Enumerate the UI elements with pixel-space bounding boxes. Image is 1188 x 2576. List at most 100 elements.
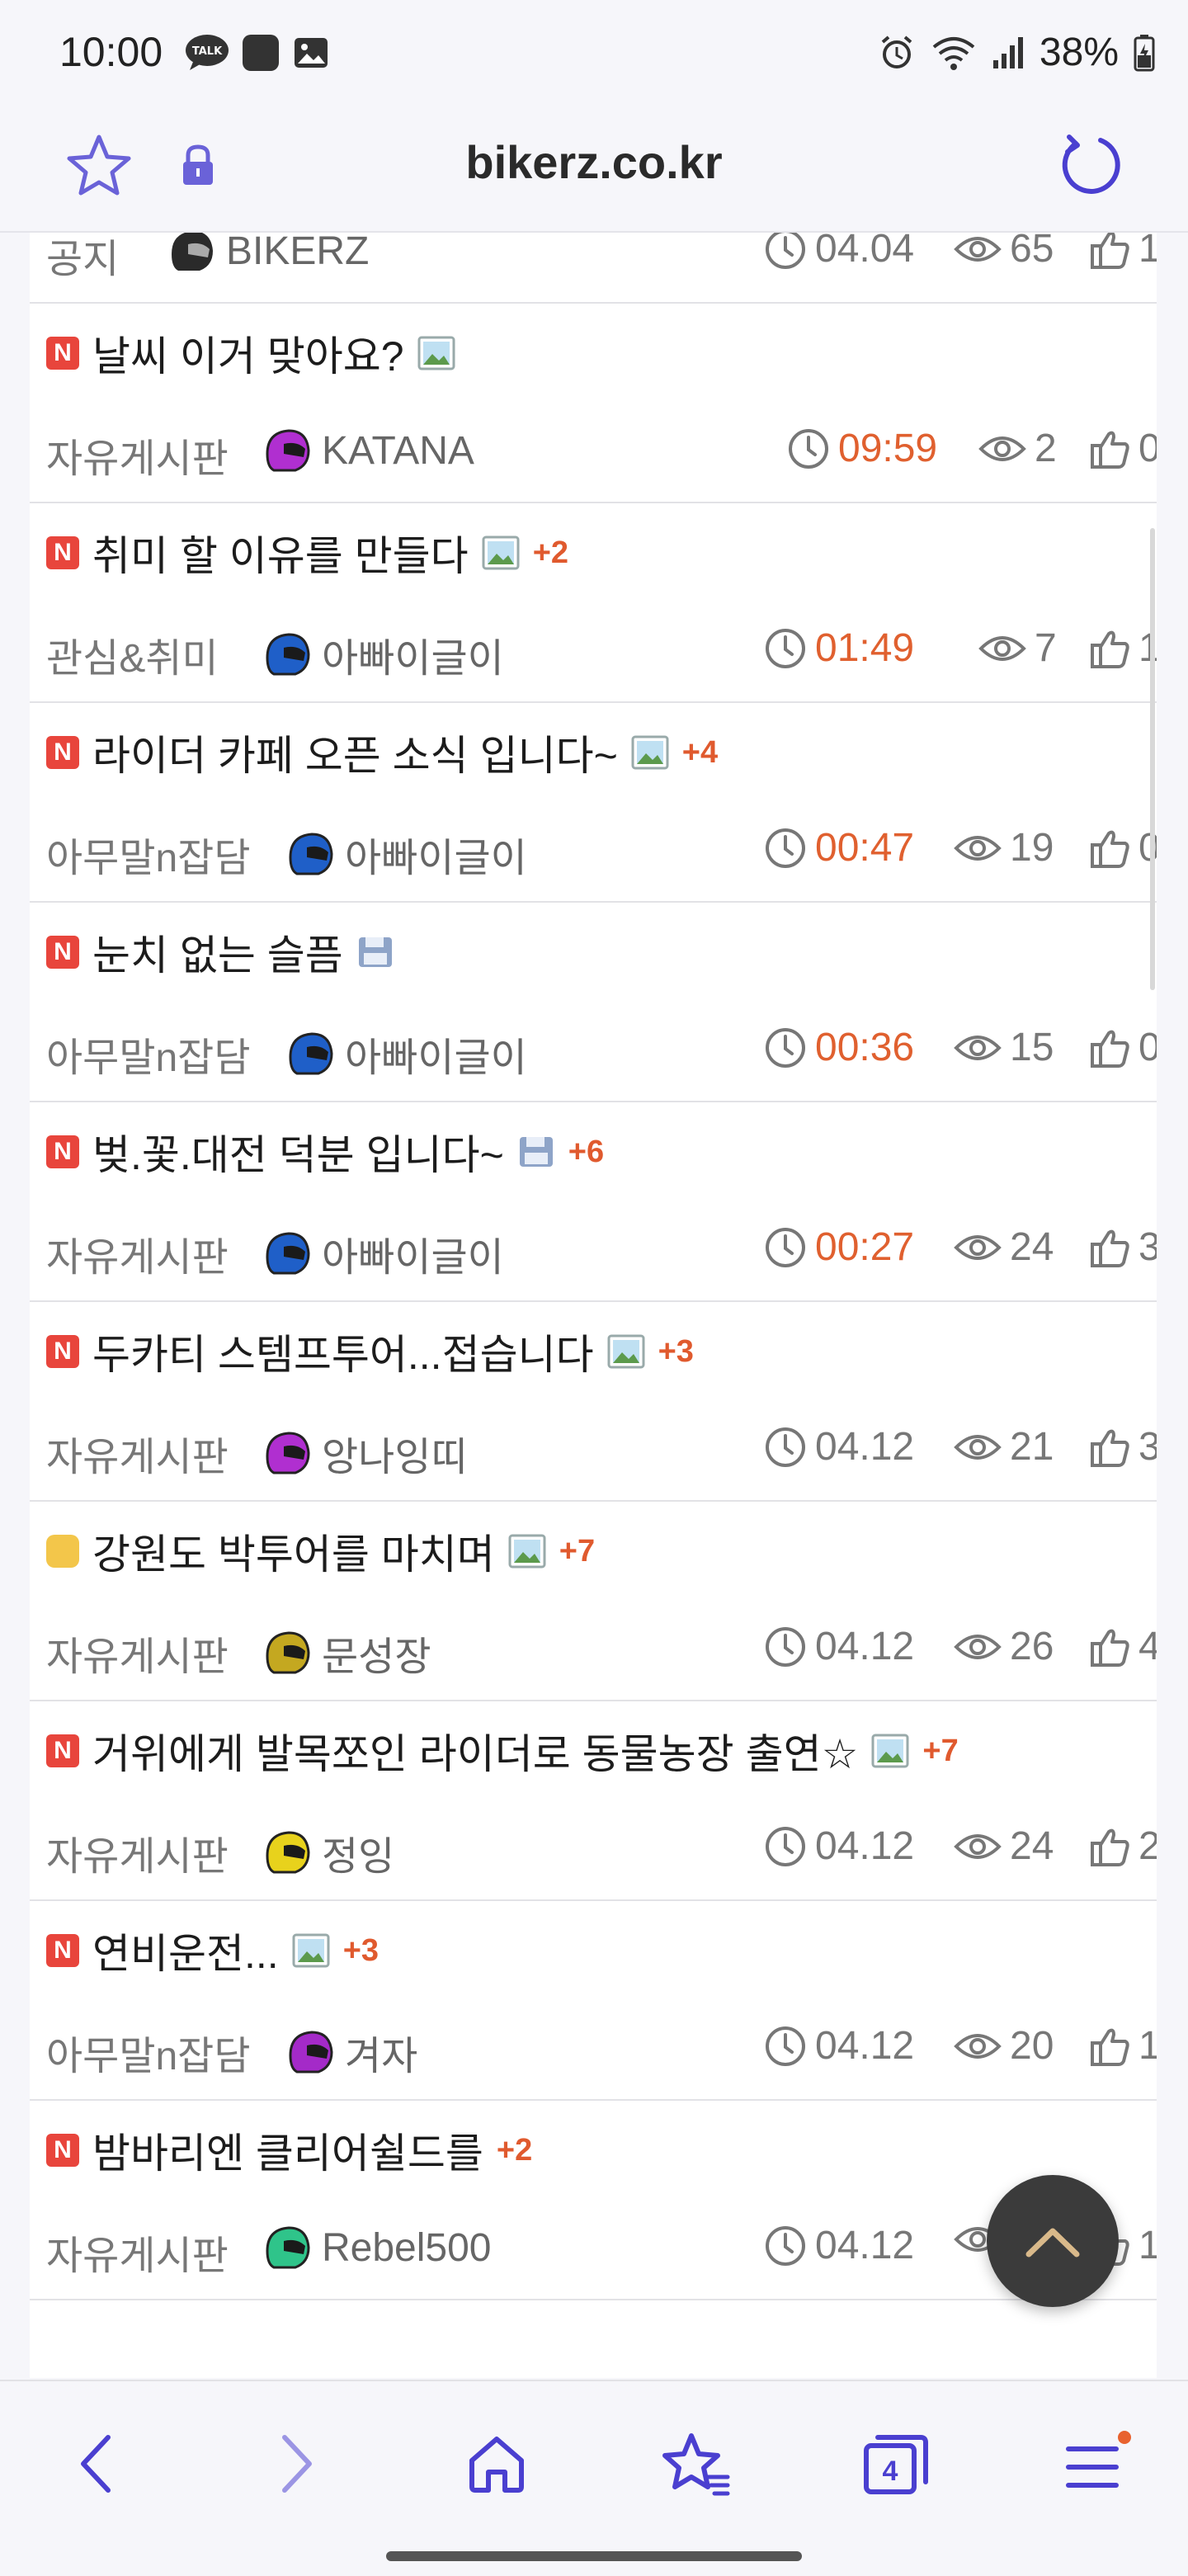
author[interactable]: Rebel500 (262, 2223, 492, 2272)
signal-icon (992, 36, 1023, 68)
menu-icon (1066, 2431, 1131, 2488)
post-row[interactable]: 강원도 박투어를 마치며 +7 자유게시판 문성장 04.12 26 4 (30, 1500, 1157, 1701)
author[interactable]: KATANA (262, 426, 474, 475)
post-title-line[interactable]: N 거위에게 발목쪼인 라이더로 동물농장 출연☆ +7 (46, 1721, 959, 1781)
post-title[interactable]: 두카티 스템프투어...접습니다 (92, 1322, 594, 1381)
bookmarks-button[interactable] (655, 2423, 738, 2505)
post-row[interactable]: N 벚.꽃.대전 덕분 입니다~ +6 자유게시판 아빠이글이 00:27 24… (30, 1101, 1157, 1302)
author-name: 아빠이글이 (345, 1036, 527, 1080)
eye-icon (954, 1634, 1002, 1659)
post-row-partial[interactable]: 공지 BIKERZ 04.04 65 1 (30, 233, 1157, 304)
post-title-line[interactable]: N 두카티 스템프투어...접습니다 +3 (46, 1322, 694, 1381)
board-name[interactable]: 자유게시판 (46, 2223, 229, 2281)
tabs-button[interactable]: 4 (855, 2423, 937, 2505)
comment-count: +2 (532, 535, 569, 570)
menu-button[interactable] (1054, 2423, 1137, 2505)
post-title[interactable]: 라이더 카페 오픈 소식 입니다~ (92, 723, 618, 782)
like-count: 1 (1089, 233, 1157, 271)
reload-icon[interactable] (1054, 130, 1127, 203)
post-time: 04.12 (764, 1624, 914, 1669)
helmet-icon (266, 429, 310, 472)
image-attachment-icon (417, 336, 455, 370)
new-badge-icon: N (46, 1934, 79, 1967)
board-name[interactable]: 아무말n잡담 (46, 1025, 251, 1083)
battery-percent: 38% (1039, 31, 1119, 74)
scrollbar[interactable] (1150, 528, 1155, 990)
post-row[interactable]: N 연비운전... +3 아무말n잡담 겨자 04.12 20 1 (30, 1899, 1157, 2101)
like-count: 1 (1089, 2023, 1157, 2069)
post-row[interactable]: N 날씨 이거 맞아요? 자유게시판 KATANA 09:59 2 0 (30, 302, 1157, 503)
author-name: 아빠이글이 (322, 1236, 504, 1280)
view-count: 19 (954, 825, 1054, 870)
url-text[interactable]: bikerz.co.kr (0, 135, 1188, 189)
view-count: 15 (954, 1025, 1054, 1070)
post-row[interactable]: N 눈치 없는 슬픔 아무말n잡담 아빠이글이 00:36 15 0 (30, 901, 1157, 1102)
post-title-line[interactable]: N 벚.꽃.대전 덕분 입니다~ +6 (46, 1122, 604, 1182)
helmet-icon (289, 2031, 333, 2074)
helmet-icon (289, 1032, 333, 1075)
board-name[interactable]: 자유게시판 (46, 1424, 229, 1482)
author[interactable]: 아빠이글이 (262, 1224, 504, 1282)
author[interactable]: 겨자 (285, 2023, 417, 2081)
post-title-line[interactable]: N 날씨 이거 맞아요? (46, 323, 455, 383)
post-title[interactable]: 벚.꽃.대전 덕분 입니다~ (92, 1122, 504, 1182)
post-title-line[interactable]: N 연비운전... +3 (46, 1921, 379, 1980)
post-title[interactable]: 강원도 박투어를 마치며 (92, 1522, 495, 1581)
post-title[interactable]: 연비운전... (92, 1921, 279, 1980)
clock-icon (766, 1826, 805, 1866)
post-title-line[interactable]: N 라이더 카페 오픈 소식 입니다~ +4 (46, 723, 718, 782)
board-name[interactable]: 아무말n잡담 (46, 825, 251, 883)
scroll-top-button[interactable] (987, 2175, 1119, 2307)
post-title-line[interactable]: N 밤바리엔 클리어쉴드를 +2 (46, 2121, 532, 2180)
post-meta: 자유게시판 문성장 04.12 26 4 (46, 1624, 1157, 1679)
post-title[interactable]: 거위에게 발목쪼인 라이더로 동물농장 출연☆ (92, 1721, 858, 1781)
post-time: 01:49 (764, 625, 914, 671)
board-name[interactable]: 자유게시판 (46, 1624, 229, 1682)
clock-icon (766, 233, 805, 269)
author[interactable]: 아빠이글이 (285, 825, 527, 883)
helmet-icon (172, 233, 213, 271)
post-row[interactable]: N 두카티 스템프투어...접습니다 +3 자유게시판 앙나잉띠 04.12 2… (30, 1300, 1157, 1502)
post-title-line[interactable]: N 눈치 없는 슬픔 (46, 922, 394, 982)
post-row[interactable]: N 밤바리엔 클리어쉴드를 +2 자유게시판 Rebel500 04.12 1 (30, 2099, 1157, 2300)
post-title[interactable]: 눈치 없는 슬픔 (92, 922, 343, 982)
chevron-up-icon (1025, 2228, 1080, 2258)
author[interactable]: 아빠이글이 (262, 625, 504, 683)
like-count: 0 (1089, 825, 1157, 870)
image-attachment-icon (631, 735, 669, 770)
home-icon (469, 2437, 524, 2493)
forward-button[interactable] (256, 2423, 338, 2505)
author[interactable]: 문성장 (262, 1624, 431, 1682)
author[interactable]: BIKERZ (167, 233, 369, 276)
thumbs-up-icon (1091, 1629, 1129, 1667)
board-name[interactable]: 자유게시판 (46, 1823, 229, 1881)
post-row[interactable]: N 취미 할 이유를 만들다 +2 관심&취미 아빠이글이 01:49 7 1 (30, 502, 1157, 703)
post-time: 00:36 (764, 1025, 914, 1070)
back-button[interactable] (54, 2423, 137, 2505)
board-name[interactable]: 공지 (46, 233, 119, 284)
post-title[interactable]: 밤바리엔 클리어쉴드를 (92, 2121, 483, 2180)
board-name[interactable]: 관심&취미 (46, 625, 219, 683)
clock-icon (766, 1227, 805, 1267)
wifi-icon (932, 36, 975, 70)
board-name[interactable]: 자유게시판 (46, 426, 229, 484)
view-count: 7 (978, 625, 1057, 671)
post-title[interactable]: 날씨 이거 맞아요? (92, 323, 404, 383)
eye-icon (954, 1833, 1002, 1859)
comment-count: +2 (496, 2132, 533, 2168)
image-attachment-icon (508, 1534, 546, 1569)
post-row[interactable]: N 거위에게 발목쪼인 라이더로 동물농장 출연☆ +7 자유게시판 정잉 04… (30, 1700, 1157, 1901)
helmet-icon (266, 2226, 310, 2269)
home-button[interactable] (455, 2423, 538, 2505)
view-count: 2 (978, 426, 1057, 471)
post-title[interactable]: 취미 할 이유를 만들다 (92, 523, 469, 583)
view-count: 24 (954, 1823, 1054, 1869)
author[interactable]: 앙나잉띠 (262, 1424, 468, 1482)
author[interactable]: 정잉 (262, 1823, 394, 1881)
author[interactable]: 아빠이글이 (285, 1025, 527, 1083)
post-row[interactable]: N 라이더 카페 오픈 소식 입니다~ +4 아무말n잡담 아빠이글이 00:4… (30, 701, 1157, 903)
board-name[interactable]: 자유게시판 (46, 1224, 229, 1282)
board-name[interactable]: 아무말n잡담 (46, 2023, 251, 2081)
post-title-line[interactable]: N 취미 할 이유를 만들다 +2 (46, 523, 568, 583)
post-title-line[interactable]: 강원도 박투어를 마치며 +7 (46, 1522, 595, 1581)
